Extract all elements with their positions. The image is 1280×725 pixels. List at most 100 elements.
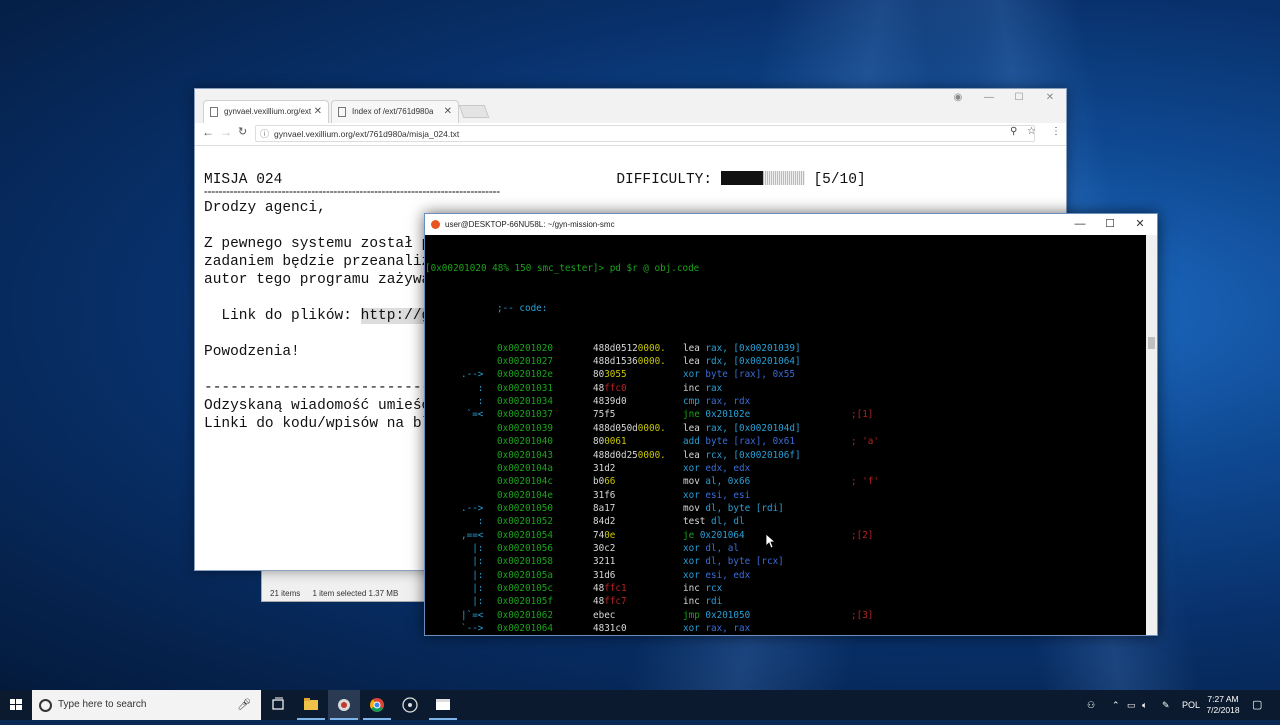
difficulty-label: DIFFICULTY: — [616, 172, 713, 188]
address-bar[interactable]: ⓘ gynvael.vexillium.org/ext/761d980a/mis… — [255, 125, 1035, 142]
chrome-icon[interactable] — [361, 690, 393, 720]
close-window-icon[interactable]: ✕ — [1035, 92, 1065, 103]
new-tab-button[interactable] — [458, 105, 490, 118]
terminal-output[interactable]: [0x00201020 48% 150 smc_tester]> pd $r @… — [425, 235, 1145, 635]
ubuntu-icon — [431, 220, 440, 229]
difficulty-filled-bar — [720, 171, 763, 185]
volume-icon[interactable]: 🔈︎ — [1142, 690, 1147, 720]
bookmark-star-icon[interactable]: ☆ — [1027, 126, 1036, 137]
mnemonic: je — [683, 529, 695, 541]
tab-misja[interactable]: gynvael.vexillium.org/ext ✕ — [203, 100, 329, 123]
flow-arrow: |: — [472, 596, 484, 608]
opcode-bytes-primary: 80 — [593, 369, 605, 381]
folder-icon[interactable] — [295, 690, 327, 720]
address: 0x00201027 — [497, 356, 553, 368]
disasm-row: |: 0x0020105a 31d6 xor esi, edx — [425, 569, 1145, 582]
notification-icon[interactable]: ▢ — [1252, 690, 1262, 720]
flow-arrow: .--> — [461, 502, 484, 514]
windows-logo-icon[interactable] — [0, 690, 32, 720]
scrollbar-thumb[interactable] — [1148, 337, 1155, 349]
instruction: xor esi, edx — [683, 569, 750, 582]
address: 0x0020105a — [497, 569, 553, 581]
operands: 0x201064 — [699, 529, 745, 541]
opcode-bytes: 488d05120000. — [593, 342, 666, 355]
mnemonic: mov — [683, 502, 700, 514]
address: 0x00201056 — [497, 542, 553, 554]
opcode-bytes-primary: 3211 — [593, 556, 616, 568]
profile-icon[interactable]: ◉ — [943, 92, 973, 103]
radare-icon[interactable] — [328, 690, 360, 720]
flow-arrow: `--> — [461, 622, 484, 634]
opcode-bytes: 488d050d0000. — [593, 422, 666, 435]
disasm-row: |: 0x0020105f 48ffc7 inc rdi — [425, 595, 1145, 608]
disasm-row: .--> 0x00201050 8a17 mov dl, byte [rdi] — [425, 502, 1145, 515]
clock[interactable]: 7:27 AM 7/2/2018 — [1198, 694, 1248, 716]
mnemonic: cmp — [683, 396, 700, 408]
tab-index[interactable]: Index of /ext/761d980a ✕ — [331, 100, 459, 123]
opcode-bytes: 48ffc1 — [593, 582, 627, 595]
mnemonic: inc — [683, 596, 700, 608]
menu-icon[interactable]: ⋮ — [1051, 126, 1061, 137]
clapperboard-icon[interactable] — [427, 690, 459, 720]
flow-arrow: : — [477, 382, 484, 394]
zoom-icon[interactable]: ⚲ — [1010, 126, 1017, 137]
address: 0x0020102e — [497, 369, 553, 381]
operands: dl, byte [rdi] — [705, 502, 784, 514]
address: 0x00201031 — [497, 382, 553, 394]
operands: rax, rdx — [705, 396, 751, 408]
operands: esi, esi — [705, 489, 751, 501]
address: 0x00201054 — [497, 529, 553, 541]
maximize-icon[interactable]: ☐ — [1004, 92, 1034, 103]
opcode-bytes-primary: 31d6 — [593, 569, 616, 581]
task-view-icon[interactable] — [262, 690, 294, 720]
opcode-bytes: 4831c0 — [593, 622, 627, 635]
clock-date: 7/2/2018 — [1206, 705, 1240, 715]
opcode-bytes-primary: 31f6 — [593, 489, 616, 501]
operands: esi, edx — [705, 569, 751, 581]
info-icon: ⓘ — [260, 129, 270, 139]
disasm-row: 0x0020104e 31f6 xor esi, esi — [425, 489, 1145, 502]
obs-icon[interactable] — [394, 690, 426, 720]
reload-icon[interactable]: ↻ — [238, 125, 247, 138]
address: 0x0020104e — [497, 489, 553, 501]
disasm-row: 0x00201027 488d15360000. lea rdx, [0x00201… — [425, 355, 1145, 368]
operands: rdi — [705, 596, 723, 608]
terminal-scrollbar[interactable] — [1146, 235, 1157, 635]
opcode-bytes-primary: 75f5 — [593, 409, 616, 421]
people-icon[interactable]: ⚇ — [1087, 690, 1095, 720]
maximize-icon[interactable]: ☐ — [1095, 214, 1125, 235]
explorer-item-count: 21 items — [270, 589, 301, 598]
chevron-up-icon[interactable]: ⌃ — [1112, 690, 1120, 720]
flow-arrow: .--> — [461, 369, 484, 381]
clock-time: 7:27 AM — [1207, 694, 1239, 704]
address: 0x00201039 — [497, 422, 553, 434]
microphone-icon[interactable]: 🎤︎ — [237, 690, 251, 720]
mnemonic: mov — [683, 476, 700, 488]
forward-icon[interactable]: → — [220, 125, 232, 139]
terminal-titlebar: user@DESKTOP-66NU58L: ~/gyn-mission-smc … — [425, 214, 1157, 235]
opcode-bytes: 75f5 — [593, 408, 615, 421]
address: 0x0020104c — [497, 476, 553, 488]
opcode-bytes-secondary: 0000. — [637, 356, 666, 368]
mission-header: MISJA 024 DIFFICULTY: [5/10] — [204, 171, 866, 189]
flow-arrow: |`=< — [461, 609, 484, 621]
back-icon[interactable]: ← — [202, 125, 214, 139]
minimize-icon[interactable]: — — [1065, 214, 1095, 235]
disasm-row: |: 0x0020105c 48ffc1 inc rcx — [425, 582, 1145, 595]
close-icon[interactable]: ✕ — [444, 101, 452, 123]
battery-icon[interactable]: ▭ — [1127, 690, 1136, 720]
close-icon[interactable]: ✕ — [314, 101, 322, 123]
instruction: inc rcx — [683, 582, 722, 595]
address: 0x00201062 — [497, 609, 553, 621]
terminal-window[interactable]: user@DESKTOP-66NU58L: ~/gyn-mission-smc … — [424, 213, 1158, 636]
pen-icon[interactable]: ✎ — [1162, 690, 1170, 720]
flow-arrow: ,==< — [461, 529, 484, 541]
address: 0x00201037 — [497, 409, 553, 421]
mnemonic: test — [683, 516, 706, 528]
comment: ; 'a' — [851, 436, 879, 448]
opcode-bytes-secondary: ffc1 — [604, 582, 627, 594]
minimize-icon[interactable]: — — [974, 92, 1004, 103]
close-window-icon[interactable]: ✕ — [1125, 214, 1155, 235]
disasm-row: 0x00201043 488d0d250000. lea rcx, [0x00201… — [425, 449, 1145, 462]
search-box[interactable]: Type here to search 🎤︎ — [32, 690, 261, 720]
